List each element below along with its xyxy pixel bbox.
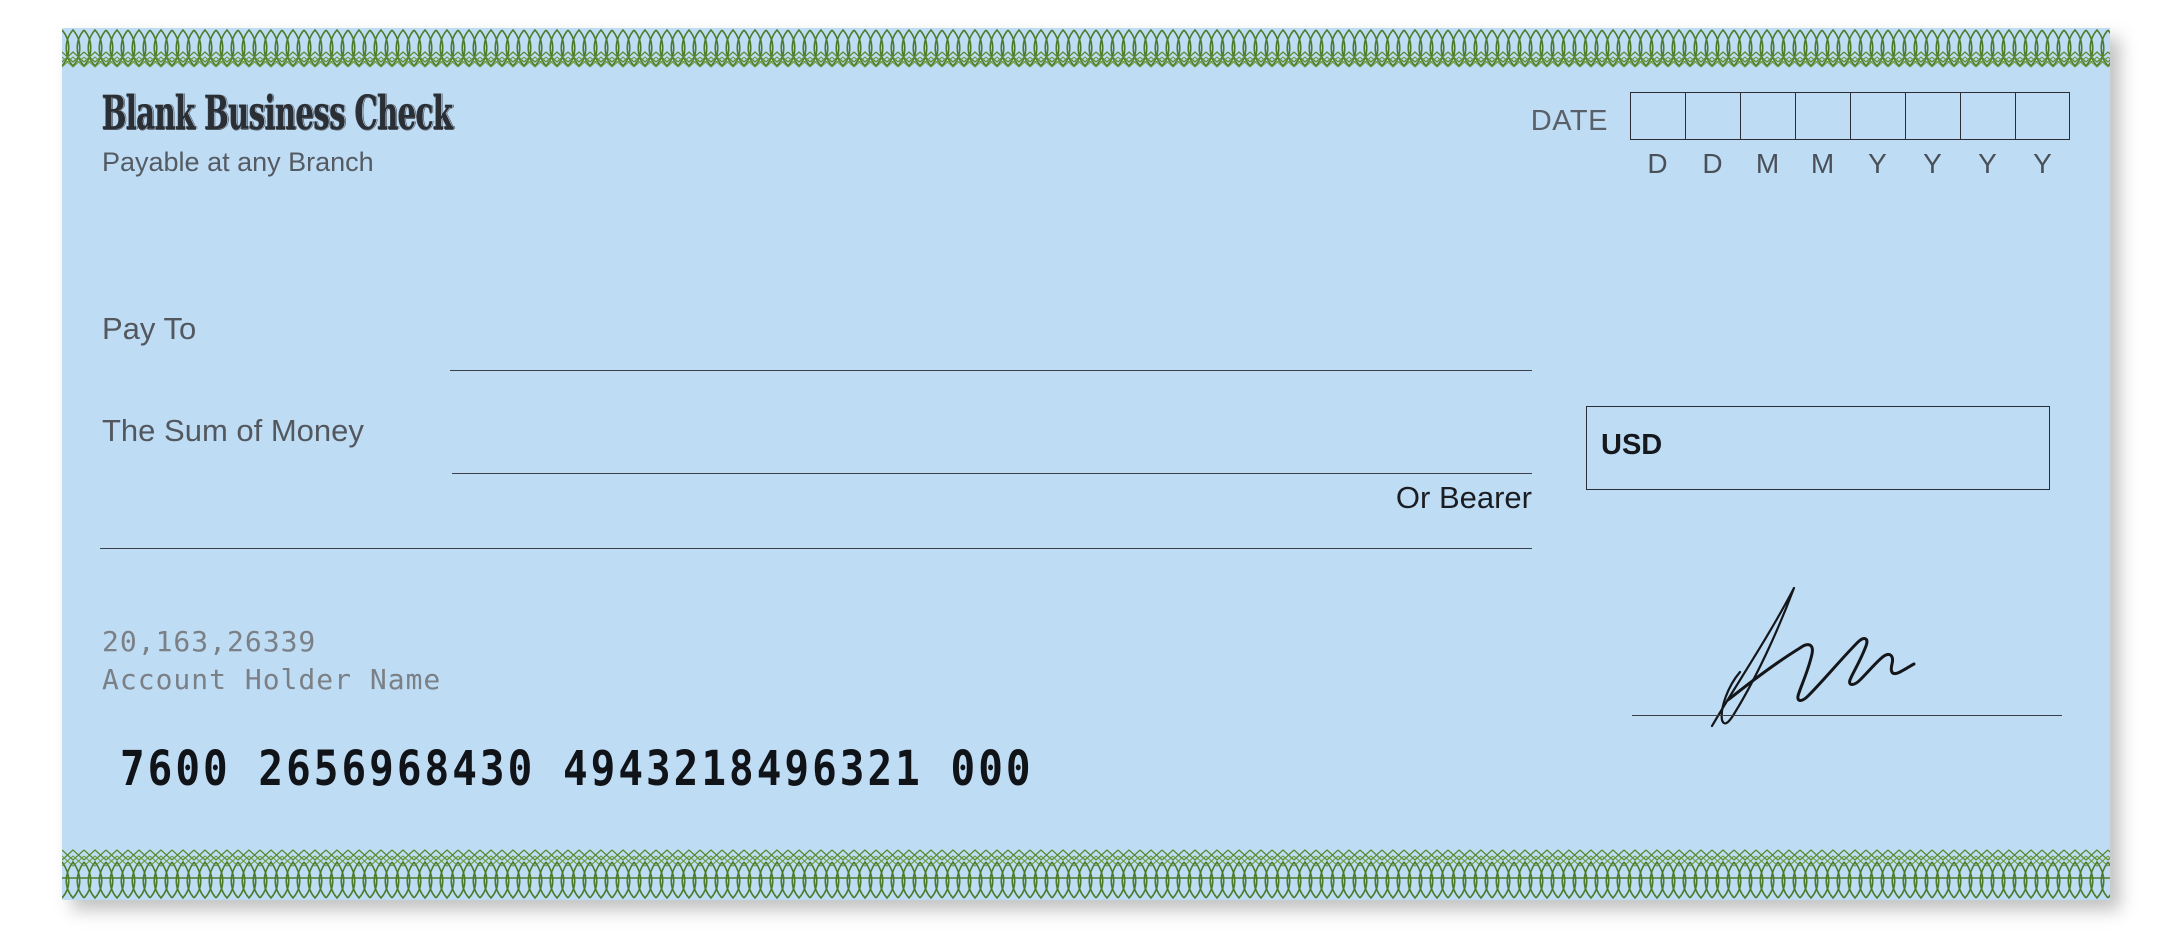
amount-box[interactable]: USD xyxy=(1586,406,2050,490)
date-legend-char-7: Y xyxy=(1978,148,1997,179)
sum-of-money-input-line[interactable] xyxy=(452,473,1532,474)
date-legend-char-8: Y xyxy=(2033,148,2052,179)
bank-title-block: Blank Business Check Payable at any Bran… xyxy=(102,90,667,178)
date-cell-8[interactable] xyxy=(2015,92,2070,140)
date-cell-5[interactable] xyxy=(1850,92,1905,140)
date-cell-3[interactable] xyxy=(1740,92,1795,140)
date-block: DATE D D MM Y Y Y Y xyxy=(1531,92,2070,180)
date-cell-2[interactable] xyxy=(1685,92,1740,140)
or-bearer-input-line[interactable] xyxy=(100,548,1532,549)
bank-tagline: Payable at any Branch xyxy=(102,147,374,177)
security-border-bottom-icon xyxy=(62,848,2110,900)
pay-to-input-line[interactable] xyxy=(450,370,1532,371)
account-block: 20,163,26339 Account Holder Name xyxy=(102,623,441,699)
date-legend-char-2: D xyxy=(1702,148,1723,179)
pay-to-label: Pay To xyxy=(102,311,197,346)
bank-title: Blank Business Check xyxy=(102,86,453,141)
micr-line: 7600 2656968430 4943218496321 000 xyxy=(120,740,1034,797)
date-cell-1[interactable] xyxy=(1630,92,1685,140)
or-bearer-label: Or Bearer xyxy=(1395,480,1532,515)
signature-area[interactable] xyxy=(1632,568,2062,768)
date-legend-char-4: M xyxy=(1810,148,1835,179)
date-cell-4[interactable] xyxy=(1795,92,1850,140)
date-legend-char-3: M xyxy=(1755,148,1780,179)
security-border-top-icon xyxy=(62,28,2110,68)
currency-label: USD xyxy=(1601,429,1663,461)
date-cell-7[interactable] xyxy=(1960,92,2015,140)
business-check: Blank Business Check Payable at any Bran… xyxy=(62,28,2110,900)
account-number: 20,163,26339 xyxy=(102,625,317,658)
date-label: DATE xyxy=(1530,105,1608,137)
date-legend-char-5: Y xyxy=(1868,148,1887,179)
date-format-legend: D D MM Y Y Y Y xyxy=(1630,148,2070,180)
signature-line xyxy=(1632,715,2062,716)
date-cell-6[interactable] xyxy=(1905,92,1960,140)
date-boxes: D D MM Y Y Y Y xyxy=(1630,92,2070,180)
date-input-row[interactable] xyxy=(1630,92,2070,140)
sum-of-money-label: The Sum of Money xyxy=(102,413,364,448)
date-legend-char-6: Y xyxy=(1923,148,1942,179)
date-legend-char-1: D xyxy=(1647,148,1668,179)
account-holder-name: Account Holder Name xyxy=(102,662,442,696)
signature-icon xyxy=(1682,568,1982,728)
check-content: Blank Business Check Payable at any Bran… xyxy=(62,68,2110,848)
check-page: Blank Business Check Payable at any Bran… xyxy=(0,0,2172,931)
